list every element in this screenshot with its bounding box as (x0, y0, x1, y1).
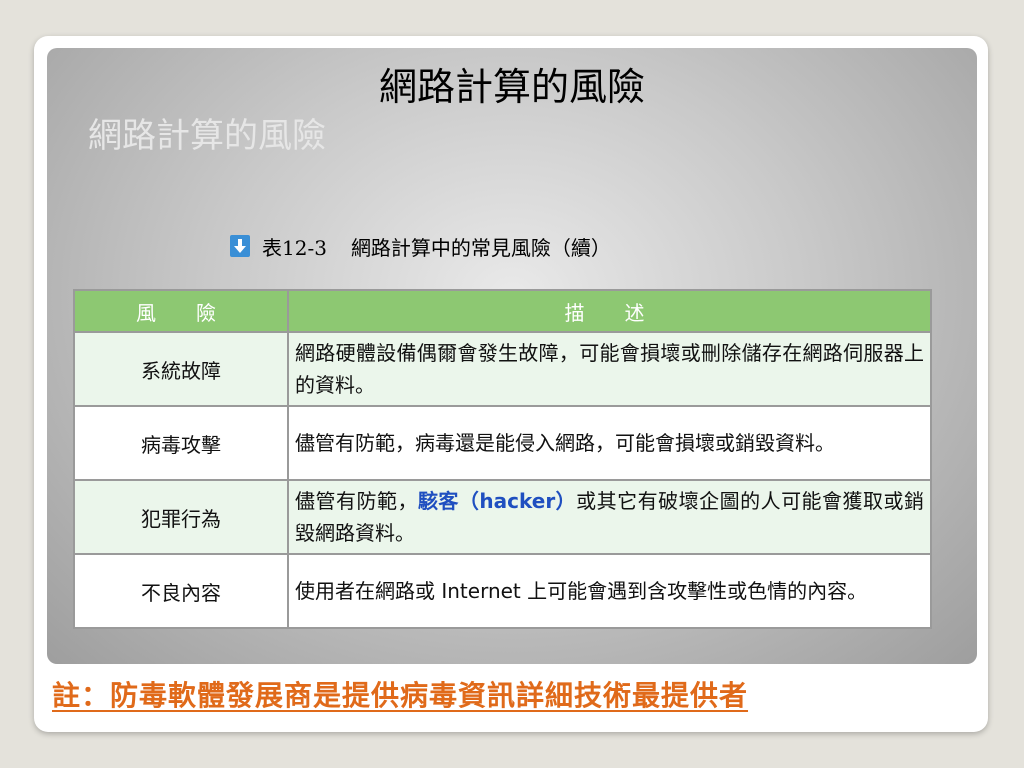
table-number: 表12-3 (262, 235, 327, 260)
risk-description: 使用者在網路或 Internet 上可能會遇到含攻擊性或色情的內容。 (287, 553, 932, 629)
header-risk: 風 險 (73, 289, 289, 333)
desc-text: 網路硬體設備偶爾會發生故障，可能會損壞或刪除儲存在網路伺服器上的資料。 (295, 341, 924, 397)
risk-description: 網路硬體設備偶爾會發生故障，可能會損壞或刪除儲存在網路伺服器上的資料。 (287, 331, 932, 407)
header-description: 描 述 (287, 289, 932, 333)
table-row: 病毒攻擊 儘管有防範，病毒還是能侵入網路，可能會損壞或銷毀資料。 (73, 405, 932, 481)
footnote: 註：防毒軟體發展商是提供病毒資訊詳細技術最提供者 (52, 679, 749, 712)
table-row: 犯罪行為 儘管有防範，駭客（hacker）或其它有破壞企圖的人可能會獲取或銷毀網… (73, 479, 932, 555)
risk-table: 風 險 描 述 系統故障 網路硬體設備偶爾會發生故障，可能會損壞或刪除儲存在網路… (73, 289, 932, 629)
desc-text: 儘管有防範，病毒還是能侵入網路，可能會損壞或銷毀資料。 (295, 431, 835, 455)
down-arrow-icon (230, 235, 250, 257)
desc-highlight: 駭客（hacker） (417, 489, 577, 513)
table-header-row: 風 險 描 述 (73, 289, 932, 333)
risk-name: 不良內容 (73, 553, 289, 629)
risk-name: 病毒攻擊 (73, 405, 289, 481)
table-row: 不良內容 使用者在網路或 Internet 上可能會遇到含攻擊性或色情的內容。 (73, 553, 932, 629)
table-caption: 表12-3 網路計算中的常見風險（續） (230, 230, 611, 262)
risk-name: 犯罪行為 (73, 479, 289, 555)
risk-description: 儘管有防範，病毒還是能侵入網路，可能會損壞或銷毀資料。 (287, 405, 932, 481)
table-row: 系統故障 網路硬體設備偶爾會發生故障，可能會損壞或刪除儲存在網路伺服器上的資料。 (73, 331, 932, 407)
slide-title: 網路計算的風險 (378, 65, 645, 109)
table-title: 網路計算中的常見風險（續） (350, 235, 611, 260)
desc-text: 儘管有防範， (295, 489, 418, 513)
risk-description: 儘管有防範，駭客（hacker）或其它有破壞企圖的人可能會獲取或銷毀網路資料。 (287, 479, 932, 555)
ghost-title: 網路計算的風險 (88, 116, 326, 156)
risk-name: 系統故障 (73, 331, 289, 407)
desc-text: 使用者在網路或 Internet 上可能會遇到含攻擊性或色情的內容。 (295, 579, 868, 603)
